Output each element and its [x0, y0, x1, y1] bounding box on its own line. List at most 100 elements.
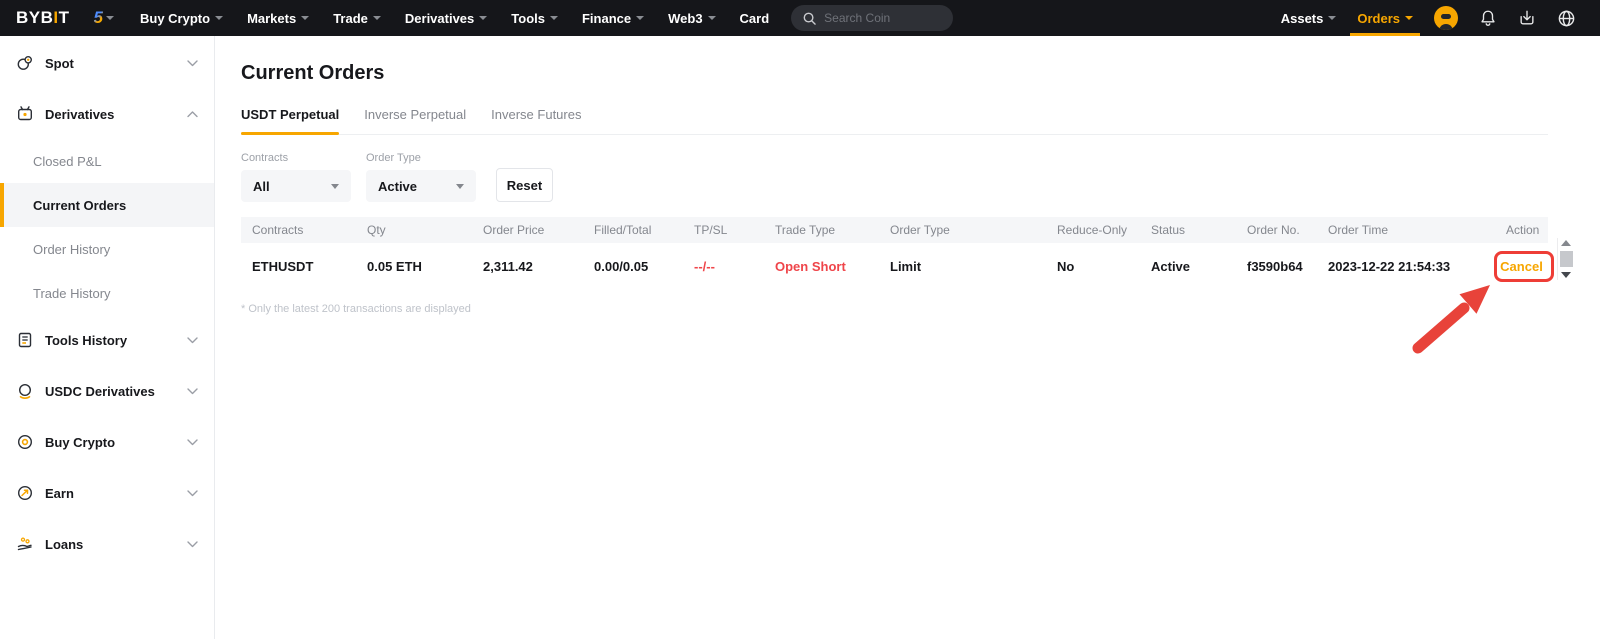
cell-order-type: Limit [879, 259, 1046, 274]
nav-item-buy-crypto[interactable]: Buy Crypto [140, 11, 223, 26]
loans-icon [16, 535, 34, 553]
sidebar-item-closed-pnl[interactable]: Closed P&L [0, 139, 214, 183]
buy-crypto-icon [16, 433, 34, 451]
sidebar-item-label: USDC Derivatives [45, 384, 155, 399]
nav-item-trade[interactable]: Trade [333, 11, 381, 26]
order-type-select[interactable]: Active [366, 170, 476, 202]
col-contracts: Contracts [241, 223, 356, 237]
nav-item-orders[interactable]: Orders [1357, 0, 1413, 36]
cell-contracts: ETHUSDT [241, 259, 356, 274]
language-button[interactable] [1557, 9, 1576, 28]
tab-usdt-perpetual[interactable]: USDT Perpetual [241, 107, 339, 134]
spot-icon [16, 54, 34, 72]
search-input[interactable] [824, 11, 941, 25]
sidebar-item-buy-crypto[interactable]: Buy Crypto [0, 420, 214, 464]
notifications-button[interactable] [1479, 9, 1497, 27]
sidebar-item-current-orders[interactable]: Current Orders [0, 183, 214, 227]
sidebar-item-earn[interactable]: Earn [0, 471, 214, 515]
cell-qty: 0.05 ETH [356, 259, 472, 274]
table-row: ETHUSDT 0.05 ETH 2,311.42 0.00/0.05 --/-… [241, 243, 1548, 290]
chevron-down-icon [187, 388, 198, 395]
contracts-select[interactable]: All [241, 170, 351, 202]
cell-order-no: f3590b64 [1236, 259, 1317, 274]
scroll-down-button[interactable] [1561, 272, 1571, 278]
downloads-button[interactable] [1518, 9, 1536, 27]
chevron-down-icon [187, 439, 198, 446]
table-scrollbar[interactable] [1557, 238, 1574, 280]
page: BYBIT 5 Buy Crypto Markets Trade Derivat… [0, 0, 1600, 639]
sidebar-item-label: Loans [45, 537, 83, 552]
anniversary-5-menu[interactable]: 5 [94, 8, 114, 28]
sidebar-item-usdc-derivatives[interactable]: USDC Derivatives [0, 369, 214, 413]
sidebar: Spot Derivatives Closed P&L Current Orde… [0, 36, 215, 639]
globe-icon [1557, 9, 1576, 28]
account-avatar[interactable] [1434, 6, 1458, 30]
sidebar-item-label: Derivatives [45, 107, 114, 122]
sidebar-item-label: Buy Crypto [45, 435, 115, 450]
nav-item-label: Card [740, 11, 770, 26]
contracts-select-value: All [253, 179, 270, 194]
bell-icon [1479, 9, 1497, 27]
cell-filled-total: 0.00/0.05 [583, 259, 683, 274]
bybit-logo[interactable]: BYBIT [16, 8, 70, 28]
col-qty: Qty [356, 223, 472, 237]
nav-item-label: Orders [1357, 11, 1400, 26]
order-type-select-value: Active [378, 179, 417, 194]
nav-item-label: Derivatives [405, 11, 474, 26]
nav-item-assets[interactable]: Assets [1281, 11, 1337, 26]
nav-item-web3[interactable]: Web3 [668, 11, 715, 26]
nav-item-label: Buy Crypto [140, 11, 210, 26]
nav-item-markets[interactable]: Markets [247, 11, 309, 26]
tools-history-icon [16, 331, 34, 349]
sidebar-item-spot[interactable]: Spot [0, 41, 214, 85]
sidebar-item-loans[interactable]: Loans [0, 522, 214, 566]
sidebar-item-label: Trade History [33, 286, 111, 301]
col-reduce-only: Reduce-Only [1046, 223, 1140, 237]
orders-table: Contracts Qty Order Price Filled/Total T… [241, 217, 1548, 290]
cell-reduce-only: No [1046, 259, 1140, 274]
chevron-up-icon [187, 111, 198, 118]
col-order-no: Order No. [1236, 223, 1317, 237]
tab-inverse-futures[interactable]: Inverse Futures [491, 107, 581, 134]
nav-item-label: Trade [333, 11, 368, 26]
cancel-order-button[interactable]: Cancel [1495, 259, 1548, 274]
sidebar-item-trade-history[interactable]: Trade History [0, 271, 214, 315]
scrollbar-thumb[interactable] [1560, 251, 1573, 267]
caret-down-icon [550, 16, 558, 20]
logo-text-end: T [59, 8, 70, 28]
nav-item-derivatives[interactable]: Derivatives [405, 11, 487, 26]
main-content: Current Orders USDT Perpetual Inverse Pe… [215, 36, 1600, 639]
nav-item-finance[interactable]: Finance [582, 11, 644, 26]
col-status: Status [1140, 223, 1236, 237]
app-body: Spot Derivatives Closed P&L Current Orde… [0, 36, 1600, 639]
filter-bar: Contracts All Order Type Active Reset [241, 152, 1600, 202]
usdc-derivatives-icon [16, 382, 34, 400]
scroll-up-button[interactable] [1561, 240, 1571, 246]
sidebar-item-tools-history[interactable]: Tools History [0, 318, 214, 362]
sidebar-item-label: Earn [45, 486, 74, 501]
contracts-filter-group: Contracts All [241, 152, 351, 202]
chevron-down-icon [187, 337, 198, 344]
cell-trade-type: Open Short [764, 259, 879, 274]
nav-item-card[interactable]: Card [740, 11, 770, 26]
caret-down-icon [373, 16, 381, 20]
tab-inverse-perpetual[interactable]: Inverse Perpetual [364, 107, 466, 134]
caret-down-icon [479, 16, 487, 20]
caret-down-icon [301, 16, 309, 20]
order-type-filter-label: Order Type [366, 152, 476, 164]
caret-down-icon [106, 16, 114, 20]
sidebar-item-label: Order History [33, 242, 110, 257]
sidebar-item-derivatives[interactable]: Derivatives [0, 92, 214, 136]
sidebar-item-label: Tools History [45, 333, 127, 348]
sidebar-item-label: Closed P&L [33, 154, 102, 169]
sidebar-item-label: Current Orders [33, 198, 126, 213]
nav-item-label: Assets [1281, 11, 1324, 26]
cell-order-price: 2,311.42 [472, 259, 583, 274]
sidebar-item-order-history[interactable]: Order History [0, 227, 214, 271]
caret-down-icon [636, 16, 644, 20]
nav-item-tools[interactable]: Tools [511, 11, 558, 26]
chevron-down-icon [187, 541, 198, 548]
reset-button[interactable]: Reset [496, 168, 553, 202]
col-order-time: Order Time [1317, 223, 1495, 237]
caret-down-icon [1405, 16, 1413, 20]
